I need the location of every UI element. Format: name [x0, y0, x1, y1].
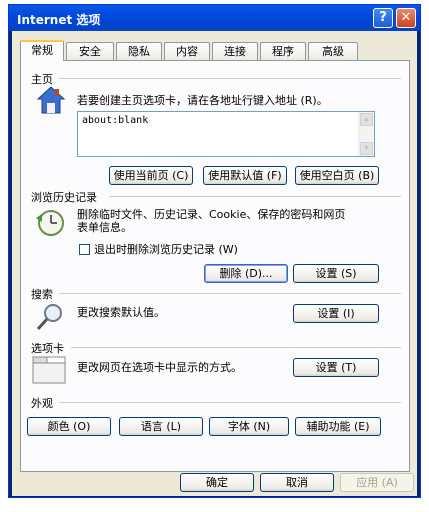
languages-button[interactable]: 语言 (L): [119, 417, 203, 436]
tabs-window-icon: [32, 356, 66, 384]
home-description: 若要创建主页选项卡，请在各地址行键入地址 (R)。: [77, 94, 328, 107]
appearance-heading: 外观: [31, 397, 53, 410]
tabs-settings-button[interactable]: 设置 (T): [293, 358, 379, 377]
colors-button[interactable]: 颜色 (O): [27, 417, 111, 436]
tab-connections[interactable]: 连接: [212, 42, 258, 60]
window-title: Internet 选项: [17, 13, 101, 27]
cancel-button[interactable]: 取消: [260, 473, 334, 492]
close-button[interactable]: ✕: [396, 8, 416, 28]
delete-on-exit-label[interactable]: 退出时删除浏览历史记录 (W): [94, 243, 238, 256]
tab-advanced[interactable]: 高级: [308, 42, 358, 60]
general-tab-panel: 主页 若要创建主页选项卡，请在各地址行键入地址 (R)。 about:blank…: [20, 60, 410, 472]
tab-security[interactable]: 安全: [66, 42, 114, 60]
history-description-line1: 删除临时文件、历史记录、Cookie、保存的密码和网页: [77, 208, 346, 221]
accessibility-button[interactable]: 辅助功能 (E): [295, 417, 381, 436]
delete-on-exit-checkbox[interactable]: [79, 244, 90, 255]
title-bar[interactable]: Internet 选项 ? ✕: [9, 5, 420, 31]
tab-privacy[interactable]: 隐私: [116, 42, 162, 60]
dialog-client: 常规 安全 隐私 内容 连接 程序 高级 主页 若要创建主页选项卡，请在各地址行…: [12, 31, 417, 496]
history-divider: [109, 196, 401, 197]
appearance-divider: [59, 402, 401, 403]
search-description: 更改搜索默认值。: [77, 306, 165, 319]
tabs-divider: [71, 347, 401, 348]
home-page-textarea[interactable]: about:blank ▲ ▼: [77, 111, 375, 157]
history-description-line2: 表单信息。: [77, 221, 132, 234]
apply-button[interactable]: 应用 (A): [340, 473, 414, 492]
help-button[interactable]: ?: [373, 8, 393, 28]
history-heading: 浏览历史记录: [31, 191, 97, 204]
tabs-description: 更改网页在选项卡中显示的方式。: [77, 361, 242, 374]
internet-options-window: Internet 选项 ? ✕ 常规 安全 隐私 内容 连接 程序 高级 主页 …: [8, 4, 421, 498]
tab-general[interactable]: 常规: [20, 40, 64, 61]
ok-button[interactable]: 确定: [180, 473, 254, 492]
tab-programs[interactable]: 程序: [260, 42, 306, 60]
fonts-button[interactable]: 字体 (N): [209, 417, 289, 436]
scroll-up-icon[interactable]: ▲: [360, 113, 373, 126]
use-default-button[interactable]: 使用默认值 (F): [203, 166, 287, 185]
search-divider: [59, 293, 401, 294]
use-current-button[interactable]: 使用当前页 (C): [109, 166, 193, 185]
home-divider: [59, 78, 401, 79]
search-heading: 搜索: [31, 288, 53, 301]
delete-history-button[interactable]: 删除 (D)...: [204, 264, 288, 283]
history-clock-icon: [36, 210, 64, 236]
home-scrollbar[interactable]: ▲ ▼: [358, 112, 374, 156]
search-magnifier-icon: [36, 304, 62, 331]
history-settings-button[interactable]: 设置 (S): [293, 264, 379, 283]
home-icon: [36, 86, 66, 114]
tab-content[interactable]: 内容: [164, 42, 210, 60]
scroll-down-icon[interactable]: ▼: [360, 142, 373, 155]
tabs-heading: 选项卡: [31, 342, 64, 355]
search-settings-button[interactable]: 设置 (I): [293, 304, 379, 323]
use-blank-button[interactable]: 使用空白页 (B): [295, 166, 379, 185]
home-page-value: about:blank: [82, 115, 149, 126]
